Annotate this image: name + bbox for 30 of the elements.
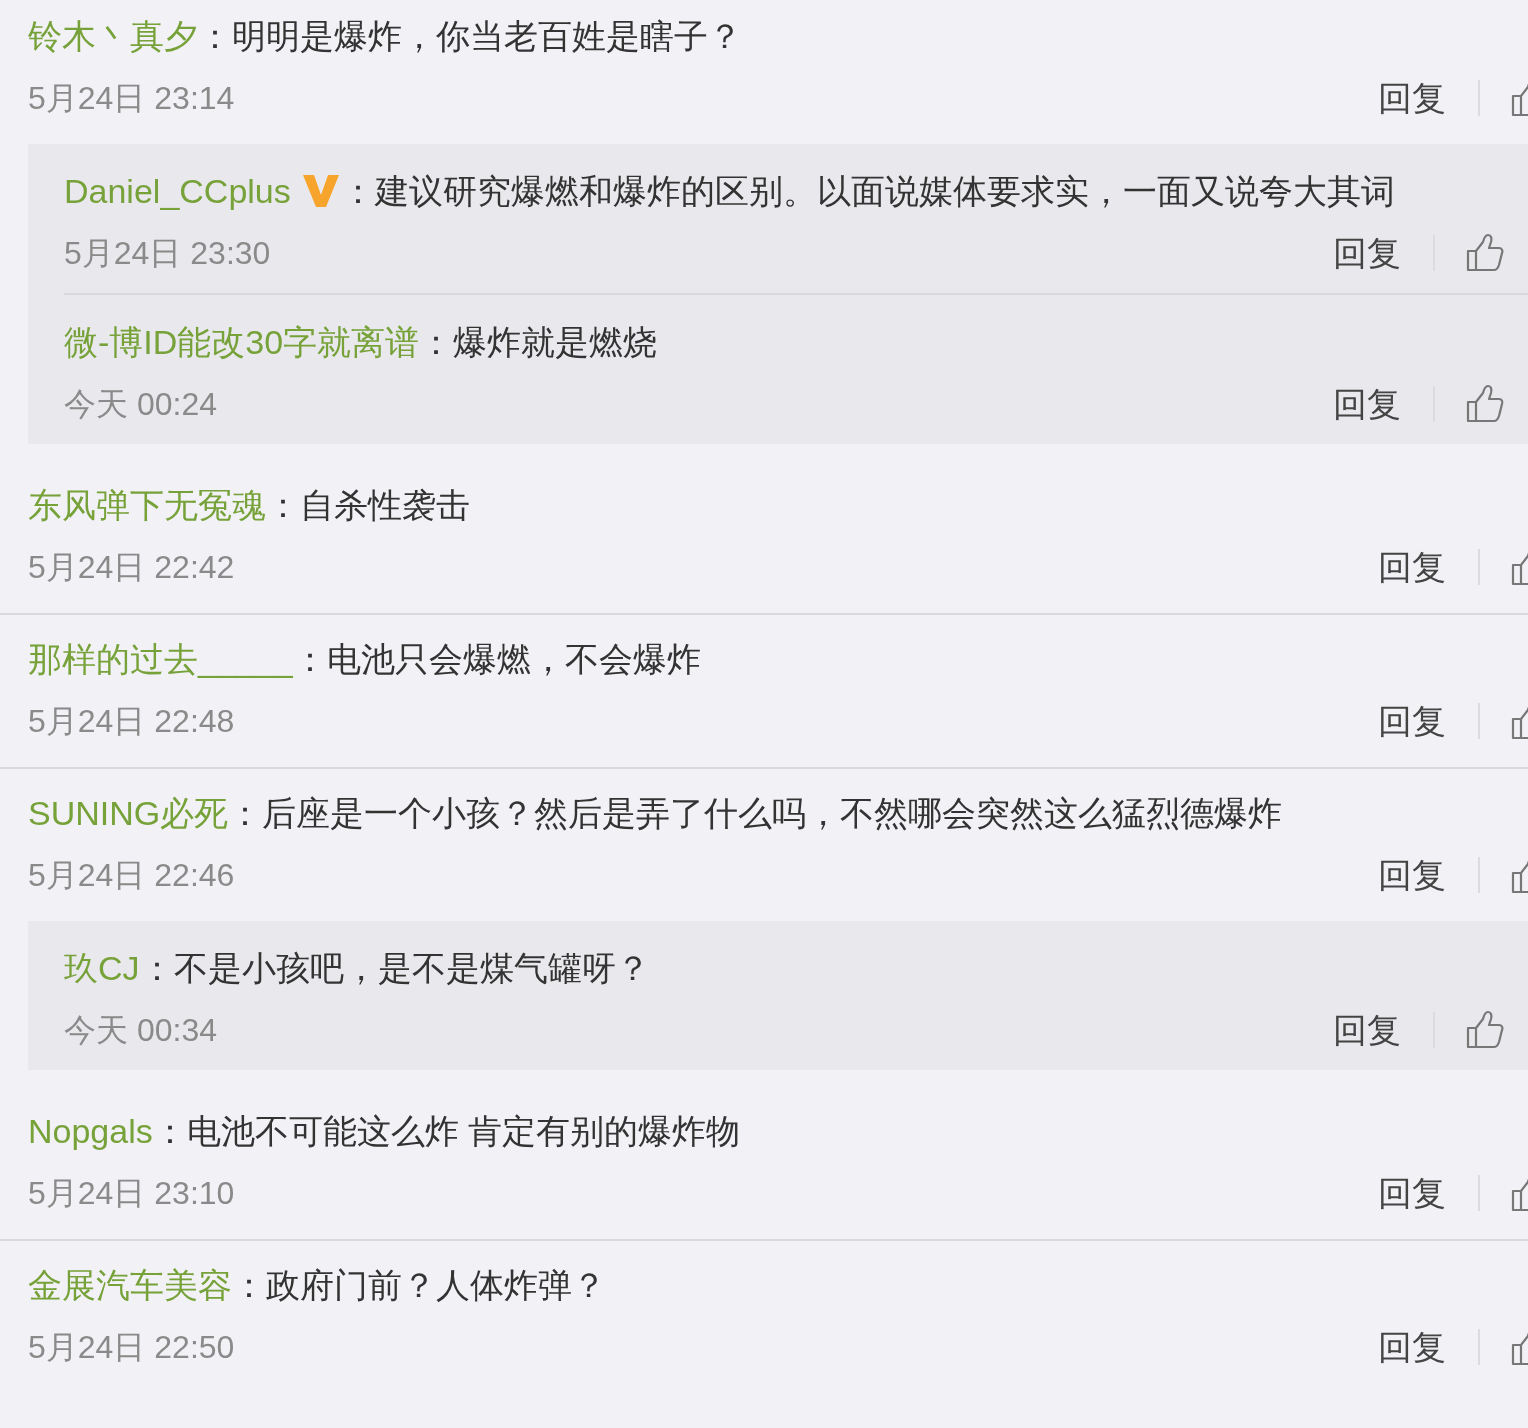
reply-button[interactable]: 回复: [1378, 1167, 1446, 1219]
thumbs-up-icon[interactable]: [1465, 384, 1505, 424]
comment-text: ：后座是一个小孩？然后是弄了什么吗，不然哪会突然这么猛烈德爆炸: [228, 793, 1283, 834]
comment-time: 5月24日 22:48: [28, 702, 235, 741]
comment-text: ：电池只会爆燃，不会爆炸: [292, 639, 701, 680]
reply-button[interactable]: 回复: [1378, 541, 1446, 593]
comment-text: ：爆炸就是燃烧: [419, 322, 658, 363]
comment-time: 5月24日 22:46: [28, 856, 235, 895]
reply-button[interactable]: 回复: [1378, 72, 1446, 124]
comment-time: 5月24日 22:50: [28, 1328, 235, 1367]
reply-button[interactable]: 回复: [1333, 378, 1401, 430]
comment-text: ：自杀性袭击: [266, 485, 470, 526]
reply-button[interactable]: 回复: [1378, 1321, 1446, 1373]
comment-time: 5月24日 23:30: [64, 234, 271, 273]
reply-button[interactable]: 回复: [1333, 227, 1401, 279]
reply-button[interactable]: 回复: [1333, 1004, 1401, 1056]
thumbs-up-icon[interactable]: [1465, 1010, 1505, 1050]
comment-text: ：电池不可能这么炸 肯定有别的爆炸物: [152, 1111, 741, 1152]
comment-time: 5月24日 22:42: [28, 548, 235, 587]
comment-time: 今天 00:34: [64, 1011, 217, 1050]
comment-time: 5月24日 23:14: [28, 79, 235, 118]
comment-time: 5月24日 23:10: [28, 1174, 235, 1213]
comment-text: ：政府门前？人体炸弹？: [232, 1265, 606, 1306]
reply-button[interactable]: 回复: [1378, 695, 1446, 747]
reply-button[interactable]: 回复: [1378, 849, 1446, 901]
comment-text: ：明明是爆炸，你当老百姓是瞎子？: [198, 16, 742, 57]
comment-text: ：不是小孩吧，是不是煤气罐呀？: [139, 948, 650, 989]
comment-time: 今天 00:24: [64, 385, 217, 424]
thumbs-up-icon[interactable]: [1465, 233, 1505, 273]
comment-text: ：建议研究爆燃和爆炸的区别。以面说媒体要求实，一面又说夸大其词: [340, 171, 1395, 212]
